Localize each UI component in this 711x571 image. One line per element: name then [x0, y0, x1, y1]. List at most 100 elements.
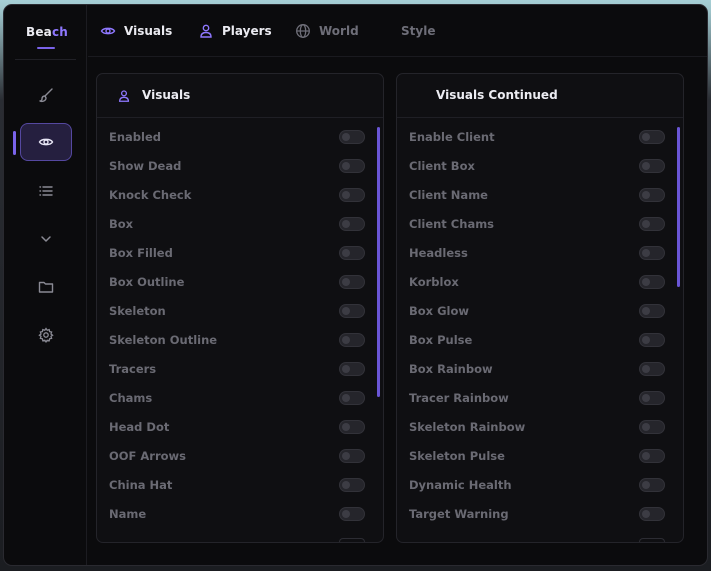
tab-world[interactable]: World	[295, 21, 359, 41]
option-row: Box Pulse	[409, 330, 665, 350]
option-row: Enable Client	[409, 127, 665, 147]
toggle-switch[interactable]	[339, 391, 365, 405]
toggle-switch[interactable]	[339, 362, 365, 376]
option-row: Tracer Rainbow	[409, 388, 665, 408]
option-row: Box Glow	[409, 301, 665, 321]
option-label: Box Rainbow	[409, 362, 493, 376]
option-row: Dynamic Health	[409, 475, 665, 495]
toggle-switch[interactable]	[339, 275, 365, 289]
toggle-knob	[642, 162, 650, 170]
toggle-knob	[642, 249, 650, 257]
toggle-switch[interactable]	[639, 333, 665, 347]
tab-visuals[interactable]: Visuals	[100, 21, 172, 41]
option-row: Target Warning	[409, 504, 665, 524]
toggle-switch[interactable]	[639, 217, 665, 231]
sidebar-item-expand[interactable]	[20, 220, 72, 258]
toggle-knob	[342, 133, 350, 141]
toggle-switch[interactable]	[339, 420, 365, 434]
toggle-knob	[642, 365, 650, 373]
toggle-switch[interactable]	[639, 507, 665, 521]
toggle-switch[interactable]	[639, 159, 665, 173]
toggle-knob	[342, 220, 350, 228]
sidebar-item-settings[interactable]	[20, 316, 72, 354]
toggle-knob	[642, 394, 650, 402]
option-row: China Hat	[109, 475, 365, 495]
toggle-switch[interactable]	[339, 304, 365, 318]
brand-underline	[37, 47, 55, 49]
partial-toggle	[339, 538, 365, 542]
eye-icon	[38, 138, 54, 146]
sidebar-item-visuals[interactable]	[20, 123, 72, 161]
tab-label: Players	[222, 24, 272, 38]
toggle-switch[interactable]	[639, 275, 665, 289]
panel-title: Visuals Continued	[436, 88, 558, 102]
option-label: Name	[109, 507, 147, 521]
tab-players[interactable]: Players	[198, 21, 272, 41]
folder-icon	[38, 281, 54, 293]
toggle-knob	[342, 452, 350, 460]
option-row: Client Box	[409, 156, 665, 176]
tab-style[interactable]: Style	[401, 21, 435, 41]
toggle-knob	[342, 423, 350, 431]
option-label: Knock Check	[109, 188, 192, 202]
toggle-knob	[342, 249, 350, 257]
option-row: Knock Check	[109, 185, 365, 205]
option-label: Box Pulse	[409, 333, 473, 347]
toggle-switch[interactable]	[639, 391, 665, 405]
globe-icon	[296, 24, 310, 38]
option-label: Tracer Rainbow	[409, 391, 509, 405]
toggle-switch[interactable]	[339, 507, 365, 521]
chevron-down-icon	[41, 236, 51, 242]
toggle-switch[interactable]	[339, 130, 365, 144]
option-label: Enabled	[109, 130, 162, 144]
toggle-switch[interactable]	[639, 304, 665, 318]
toggle-knob	[642, 307, 650, 315]
option-row: Box Outline	[109, 272, 365, 292]
option-row: Box Rainbow	[409, 359, 665, 379]
toggle-knob	[642, 133, 650, 141]
option-label: China Hat	[109, 478, 173, 492]
toggle-switch[interactable]	[639, 449, 665, 463]
option-row: Enabled	[109, 127, 365, 147]
option-label: Chams	[109, 391, 153, 405]
toggle-knob	[342, 162, 350, 170]
toggle-switch[interactable]	[339, 246, 365, 260]
option-label: Headless	[409, 246, 468, 260]
toggle-switch[interactable]	[639, 420, 665, 434]
toggle-switch[interactable]	[339, 188, 365, 202]
toggle-switch[interactable]	[639, 246, 665, 260]
option-row: Box	[109, 214, 365, 234]
sidebar-item-list[interactable]	[20, 172, 72, 210]
toggle-switch[interactable]	[639, 362, 665, 376]
tab-label: Style	[401, 24, 436, 38]
panel-header: Visuals Continued	[397, 74, 683, 118]
toggle-switch[interactable]	[639, 130, 665, 144]
option-row: Show Dead	[109, 156, 365, 176]
sidebar-item-brush[interactable]	[20, 76, 72, 114]
brand-logo: Beach	[26, 25, 68, 39]
brand-accent: ch	[51, 25, 69, 39]
toggle-switch[interactable]	[339, 449, 365, 463]
toggle-knob	[642, 278, 650, 286]
brand-prefix: Bea	[26, 25, 52, 39]
toggle-switch[interactable]	[339, 217, 365, 231]
option-label: Box Outline	[109, 275, 185, 289]
option-label: Tracers	[109, 362, 157, 376]
toggle-switch[interactable]	[339, 333, 365, 347]
list-icon	[39, 186, 53, 196]
option-label: Client Name	[409, 188, 488, 202]
option-row: Skeleton	[109, 301, 365, 321]
toggle-switch[interactable]	[639, 478, 665, 492]
option-row: Headless	[409, 243, 665, 263]
toggle-knob	[342, 394, 350, 402]
toggle-knob	[342, 278, 350, 286]
toggle-switch[interactable]	[339, 159, 365, 173]
toggle-knob	[642, 481, 650, 489]
toggle-switch[interactable]	[639, 188, 665, 202]
scrollbar-thumb[interactable]	[677, 127, 680, 287]
user-icon	[118, 90, 130, 102]
scrollbar-thumb[interactable]	[377, 127, 380, 397]
sidebar-item-folder[interactable]	[20, 268, 72, 306]
toggle-switch[interactable]	[339, 478, 365, 492]
panel-header: Visuals	[97, 74, 383, 118]
